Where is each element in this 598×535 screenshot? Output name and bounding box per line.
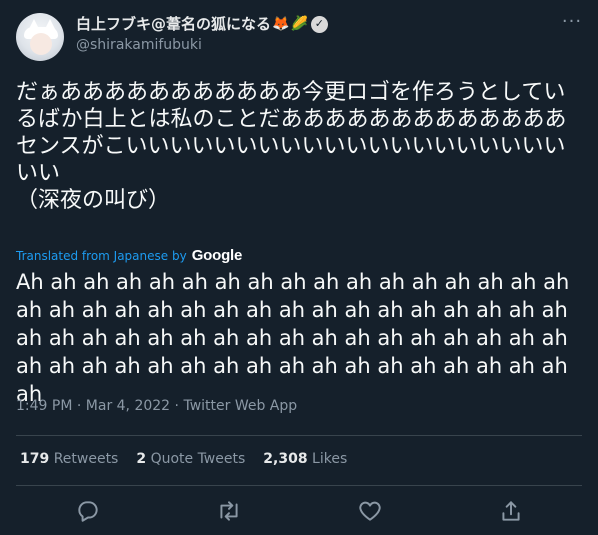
translated-text: Ah ah ah ah ah ah ah ah ah ah ah ah ah a… (16, 270, 570, 406)
likes-count: 2,308 (263, 451, 308, 467)
handle[interactable]: @shirakamifubuki (76, 35, 328, 55)
tweet-timestamp[interactable]: 1:49 PM · Mar 4, 2022 (16, 398, 170, 414)
tweet-meta: 1:49 PM · Mar 4, 2022 · Twitter Web App (16, 398, 297, 414)
display-name-row[interactable]: 白上フブキ@葦名の狐になる 🦊 🌽 ✓ (76, 14, 328, 34)
translated-label[interactable]: Translated from Japanese by (16, 249, 187, 263)
likes-stat[interactable]: 2,308 Likes (263, 451, 347, 467)
reply-icon[interactable] (75, 498, 101, 524)
tweet-date: Mar 4, 2022 (85, 398, 171, 414)
avatar-face (30, 33, 52, 55)
retweets-stat[interactable]: 179 Retweets (20, 451, 118, 467)
like-icon[interactable] (357, 498, 383, 524)
verified-icon: ✓ (310, 15, 328, 33)
retweet-icon[interactable] (216, 498, 242, 524)
tweet-stats: 179 Retweets 2 Quote Tweets 2,308 Likes (20, 451, 365, 467)
retweets-label: Retweets (53, 451, 119, 467)
meta-separator: · (170, 398, 184, 414)
fox-emoji: 🦊 (272, 16, 290, 32)
action-bar (0, 498, 598, 526)
tweet-time: 1:49 PM (16, 398, 73, 414)
avatar[interactable] (16, 13, 64, 61)
retweets-count: 179 (20, 451, 50, 467)
translated-by[interactable]: Translated from Japanese by Google (16, 247, 242, 264)
google-logo: Google (191, 247, 243, 264)
likes-label: Likes (312, 451, 348, 467)
quote-tweets-stat[interactable]: 2 Quote Tweets (136, 451, 245, 467)
divider-top (16, 435, 582, 436)
quote-tweets-count: 2 (136, 451, 147, 467)
tweet-text: だぁあああああああああああ今更ロゴを作ろうとしているばか白上とは私のことだあああ… (16, 80, 567, 213)
share-icon[interactable] (498, 498, 524, 524)
display-name[interactable]: 白上フブキ@葦名の狐になる (76, 14, 271, 34)
quote-tweets-label: Quote Tweets (150, 451, 246, 467)
divider-bottom (16, 485, 582, 486)
author-block[interactable]: 白上フブキ@葦名の狐になる 🦊 🌽 ✓ @shirakamifubuki (76, 14, 328, 55)
tweet-source[interactable]: Twitter Web App (183, 398, 297, 414)
more-icon[interactable]: ··· (560, 13, 584, 36)
meta-separator: · (72, 398, 86, 414)
corn-emoji: 🌽 (290, 16, 308, 32)
